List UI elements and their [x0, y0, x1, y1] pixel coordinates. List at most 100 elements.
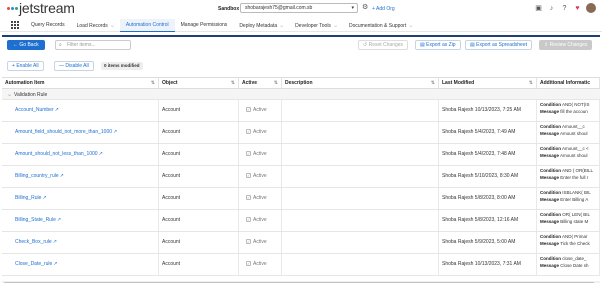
sort-icon[interactable]: ⇅ [274, 78, 278, 89]
sort-icon[interactable]: ⇅ [431, 78, 435, 89]
org-select[interactable]: shobarajesh75@gmail.com.sb ▾ [240, 3, 358, 13]
table-row: Account_Number↗ Account ✓ Active Shoba Rajes… [2, 100, 600, 122]
active-checkbox[interactable]: ✓ [246, 239, 251, 245]
active-label: Active [253, 239, 267, 245]
condition-value: Amount__c [562, 124, 585, 129]
review-changes-button[interactable]: ⇪ Review Changes [539, 40, 593, 50]
clipboard-icon[interactable]: ▣ [534, 4, 543, 13]
external-link-icon[interactable]: ↗ [113, 129, 117, 135]
automation-item-link[interactable]: Billing_Rule↗ [2, 188, 159, 209]
go-back-button[interactable]: ← Go Back [7, 40, 45, 50]
active-cell[interactable]: ✓ Active [239, 166, 282, 187]
bell-icon[interactable]: ♪ [547, 4, 556, 13]
nav-item[interactable]: Query Records [25, 19, 71, 32]
active-checkbox[interactable]: ✓ [246, 261, 251, 267]
external-link-icon[interactable]: ↗ [42, 195, 46, 201]
last-modified-cell: Shoba Rajesh 5/4/2023, 7:48 AM [439, 144, 537, 165]
active-cell[interactable]: ✓ Active [239, 210, 282, 231]
export-zip-label: Export as Zip [426, 42, 456, 48]
plus-icon: + [12, 63, 15, 69]
active-checkbox[interactable]: ✓ [246, 107, 251, 113]
nav-item[interactable]: Deploy Metadata ⌵ [233, 19, 289, 32]
header-icons: ▣ ♪ ? ♥ [534, 3, 596, 13]
nav-items: Query Records Load Records ⌵ Automation Con… [25, 19, 418, 32]
description-cell [282, 254, 439, 275]
go-back-label: Go Back [19, 42, 39, 48]
active-checkbox[interactable]: ✓ [246, 217, 251, 223]
col-additional-info-header[interactable]: Additional Informatic [537, 78, 600, 89]
col-last-modified-header[interactable]: Last Modified ⇅ [439, 78, 537, 89]
automation-item-link[interactable]: Amount_should_not_less_than_1000↗ [2, 144, 159, 165]
chevron-down-icon: ⌵ [280, 23, 284, 28]
automation-item-link[interactable]: Check_Box_rule↗ [2, 232, 159, 253]
active-label: Active [253, 151, 267, 157]
export-spreadsheet-button[interactable]: ▤ Export as Spreadsheet [465, 40, 532, 50]
sort-icon[interactable]: ⇅ [151, 78, 155, 89]
column-label: Additional Informatic [540, 80, 590, 86]
table-row: Amount_should_not_less_than_1000↗ Account… [2, 144, 600, 166]
col-active-header[interactable]: Active ⇅ [239, 78, 282, 89]
logo-dot [11, 7, 14, 10]
help-icon[interactable]: ? [560, 4, 569, 13]
automation-item-link[interactable]: Billing_country_rule↗ [2, 166, 159, 187]
app-logo[interactable]: jetstream [7, 1, 75, 16]
active-cell[interactable]: ✓ Active [239, 254, 282, 275]
export-spreadsheet-label: Export as Spreadsheet [476, 42, 527, 48]
object-cell: Account [159, 122, 239, 143]
search-icon: ⌕ [59, 42, 62, 48]
description-cell [282, 166, 439, 187]
col-description-header[interactable]: Description ⇅ [282, 78, 439, 89]
message-value: Tick the Check [560, 241, 590, 246]
disable-all-button[interactable]: — Disable All [54, 61, 94, 71]
external-link-icon[interactable]: ↗ [55, 107, 59, 113]
group-row-validation-rule[interactable]: ⌵ Validation Rule [2, 89, 600, 100]
automation-item-link[interactable]: Billing_State_Rule↗ [2, 210, 159, 231]
automation-item-link[interactable]: Amount_field_should_not_more_than_1000↗ [2, 122, 159, 143]
active-cell[interactable]: ✓ Active [239, 144, 282, 165]
active-checkbox[interactable]: ✓ [246, 195, 251, 201]
nav-item[interactable]: Documentation & Support ⌵ [343, 19, 418, 32]
col-automation-item-header[interactable]: Automation Item ⇅ [2, 78, 159, 89]
condition-value: OR( LEN( BIL [562, 212, 591, 217]
condition-value: close_date_ [562, 256, 587, 261]
nav-item[interactable]: Automation Control [119, 19, 175, 32]
external-link-icon[interactable]: ↗ [60, 173, 64, 179]
external-link-icon[interactable]: ↗ [57, 217, 61, 223]
automation-item-link[interactable]: Account_Number↗ [2, 100, 159, 121]
active-cell[interactable]: ✓ Active [239, 188, 282, 209]
description-cell [282, 210, 439, 231]
active-cell[interactable]: ✓ Active [239, 122, 282, 143]
file-icon: ▤ [420, 42, 425, 48]
active-cell[interactable]: ✓ Active [239, 232, 282, 253]
gear-icon[interactable]: ⚙ [362, 4, 368, 12]
external-link-icon[interactable]: ↗ [99, 151, 103, 157]
message-value: Billing state M [560, 219, 589, 224]
add-org-button[interactable]: + Add Org [372, 6, 395, 12]
active-cell[interactable]: ✓ Active [239, 100, 282, 121]
enable-all-button[interactable]: + Enable All [7, 61, 44, 71]
nav-item[interactable]: Developer Tools ⌵ [289, 19, 343, 32]
external-link-icon[interactable]: ↗ [53, 239, 57, 245]
active-checkbox[interactable]: ✓ [246, 129, 251, 135]
sort-icon[interactable]: ⇅ [231, 78, 235, 89]
app-launcher-icon[interactable] [11, 21, 19, 29]
filter-input[interactable]: ⌕ Filter items... [55, 40, 131, 50]
message-value: Amount shoul [560, 131, 588, 136]
column-label: Object [162, 80, 178, 86]
active-checkbox[interactable]: ✓ [246, 173, 251, 179]
heart-icon[interactable]: ♥ [573, 4, 582, 13]
col-object-header[interactable]: Object ⇅ [159, 78, 239, 89]
avatar[interactable] [586, 3, 596, 13]
active-label: Active [253, 173, 267, 179]
active-checkbox[interactable]: ✓ [246, 151, 251, 157]
reset-changes-button[interactable]: ↺ Reset Changes [358, 40, 409, 50]
sort-icon[interactable]: ⇅ [529, 78, 533, 89]
automation-item-name: Check_Box_rule [15, 239, 52, 245]
description-cell [282, 232, 439, 253]
export-zip-button[interactable]: ▤ Export as Zip [415, 40, 461, 50]
automation-item-link[interactable]: Close_Date_rule↗ [2, 254, 159, 275]
nav-item[interactable]: Manage Permissions [175, 19, 234, 32]
object-cell: Account [159, 188, 239, 209]
external-link-icon[interactable]: ↗ [53, 261, 57, 267]
nav-item[interactable]: Load Records ⌵ [71, 19, 120, 32]
